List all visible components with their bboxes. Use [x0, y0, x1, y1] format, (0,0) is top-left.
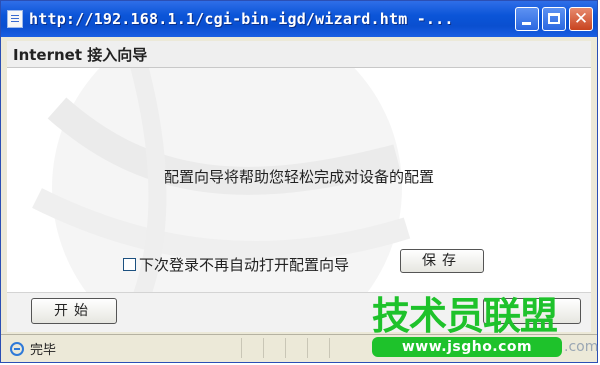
minimize-button[interactable]: [515, 7, 539, 31]
watermark-url: www.jsgho.com: [372, 337, 562, 357]
status-pane: [241, 338, 263, 358]
status-pane: [263, 338, 285, 358]
auto-open-option[interactable]: 下次登录不再自动打开配置向导: [123, 254, 349, 275]
maximize-button[interactable]: [542, 7, 566, 31]
status-panes: [241, 338, 351, 358]
page-icon: [7, 10, 23, 28]
page-header: Internet 接入向导: [7, 41, 591, 68]
minimize-icon: [522, 22, 531, 25]
ie-page-icon: [10, 341, 24, 356]
watermark-logo: 技术员联盟 www.jsgho.com .com: [372, 294, 598, 362]
status-pane: [329, 338, 351, 358]
auto-open-label[interactable]: 下次登录不再自动打开配置向导: [139, 254, 349, 275]
title-bar[interactable]: http://192.168.1.1/cgi-bin-igd/wizard.ht…: [1, 1, 597, 37]
wizard-content: 配置向导将帮助您轻松完成对设备的配置 下次登录不再自动打开配置向导 保存: [7, 68, 591, 292]
wizard-message: 配置向导将帮助您轻松完成对设备的配置: [163, 168, 434, 186]
window-controls: ✕: [515, 7, 593, 31]
maximize-icon: [548, 13, 560, 24]
watermark-suffix: .com: [564, 339, 599, 355]
save-button[interactable]: 保存: [400, 249, 484, 273]
page-title: Internet 接入向导: [13, 45, 148, 64]
close-button[interactable]: ✕: [569, 7, 593, 31]
start-button[interactable]: 开始: [31, 298, 117, 324]
watermark-title: 技术员联盟: [372, 294, 558, 338]
status-pane: [307, 338, 329, 358]
close-icon: ✕: [573, 9, 589, 29]
status-text: 完毕: [30, 343, 57, 358]
status-pane: [285, 338, 307, 358]
window-title: http://192.168.1.1/cgi-bin-igd/wizard.ht…: [29, 10, 454, 28]
auto-open-checkbox[interactable]: [123, 258, 136, 271]
